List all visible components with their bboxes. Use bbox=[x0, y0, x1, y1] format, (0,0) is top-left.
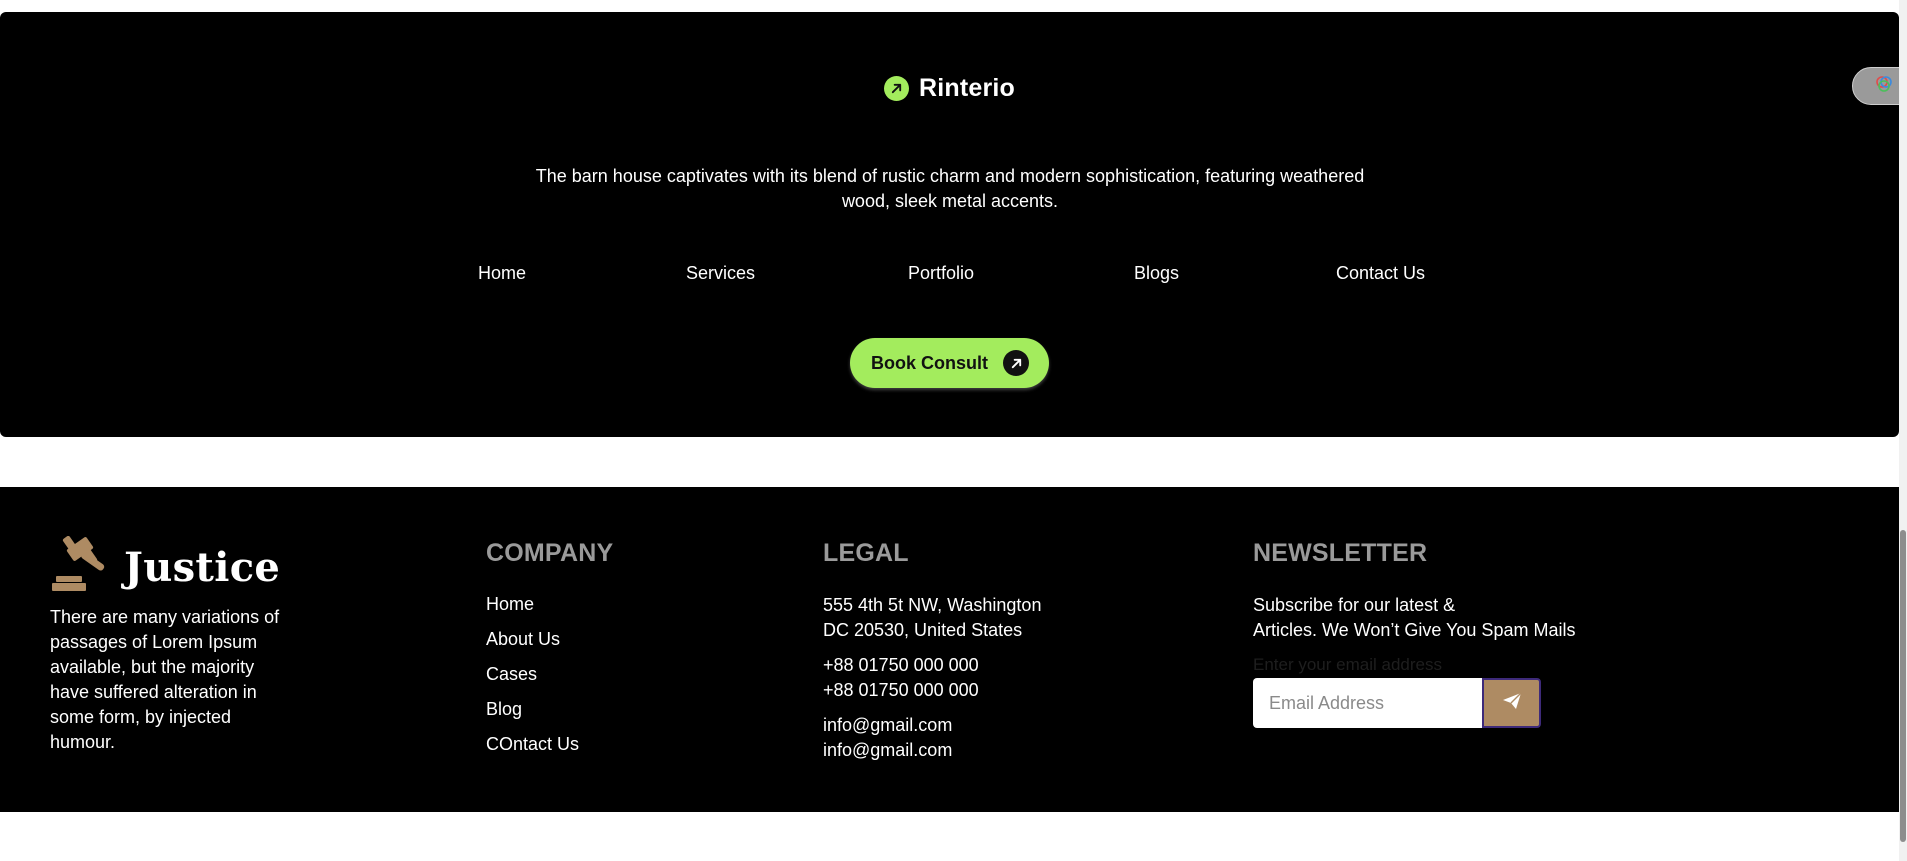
rinterio-logo[interactable]: Rinterio bbox=[0, 74, 1899, 103]
address-line: 555 4th 5t NW, Washington bbox=[823, 595, 1042, 615]
company-link-contact-us[interactable]: COntact Us bbox=[486, 733, 579, 768]
legal-heading: LEGAL bbox=[823, 539, 909, 567]
justice-footer: Justice There are many variations of pas… bbox=[0, 487, 1899, 812]
arrow-up-right-icon bbox=[883, 76, 909, 101]
legal-phones: +88 01750 000 000 +88 01750 000 000 bbox=[823, 653, 979, 703]
newsletter-heading: NEWSLETTER bbox=[1253, 539, 1428, 567]
nav-portfolio[interactable]: Portfolio bbox=[908, 263, 974, 284]
justice-brand-name: Justice bbox=[124, 544, 281, 591]
email-link[interactable]: info@gmail.com bbox=[823, 738, 952, 763]
book-consult-button[interactable]: Book Consult bbox=[850, 338, 1049, 388]
phone-number[interactable]: +88 01750 000 000 bbox=[823, 653, 979, 678]
newsletter-submit-button[interactable] bbox=[1482, 678, 1541, 728]
newsletter-text: Subscribe for our latest & Articles. We … bbox=[1253, 593, 1575, 643]
address-line: DC 20530, United States bbox=[823, 620, 1023, 640]
scrollbar-thumb[interactable] bbox=[1900, 530, 1906, 842]
widget-logo-icon bbox=[1875, 75, 1893, 98]
email-link[interactable]: info@gmail.com bbox=[823, 713, 952, 738]
phone-number[interactable]: +88 01750 000 000 bbox=[823, 678, 979, 703]
email-field[interactable] bbox=[1253, 678, 1483, 728]
book-consult-label: Book Consult bbox=[871, 352, 988, 373]
justice-description: There are many variations of passages of… bbox=[50, 607, 280, 752]
company-links: Home About Us Cases Blog COntact Us bbox=[486, 593, 579, 768]
company-link-home[interactable]: Home bbox=[486, 593, 579, 628]
nav-blogs[interactable]: Blogs bbox=[1134, 263, 1179, 284]
justice-logo[interactable]: Justice bbox=[50, 535, 281, 599]
nav-home[interactable]: Home bbox=[478, 263, 526, 284]
legal-emails: info@gmail.com info@gmail.com bbox=[823, 713, 952, 763]
gavel-icon bbox=[50, 535, 110, 599]
nav-contact-us[interactable]: Contact Us bbox=[1336, 263, 1425, 284]
company-heading: COMPANY bbox=[486, 539, 614, 567]
rinterio-footer-card: Rinterio The barn house captivates with … bbox=[0, 12, 1899, 437]
nav-services[interactable]: Services bbox=[686, 263, 755, 284]
newsletter-text-line: Articles. We Won’t Give You Spam Mails bbox=[1253, 620, 1576, 640]
page-scrollbar[interactable] bbox=[1899, 0, 1907, 861]
rinterio-nav: Home Services Portfolio Blogs Contact Us bbox=[0, 263, 1899, 293]
rinterio-brand-name: Rinterio bbox=[918, 74, 1016, 102]
newsletter-text-line: Subscribe for our latest & bbox=[1253, 595, 1456, 615]
arrow-up-right-icon bbox=[1003, 350, 1029, 376]
legal-address: 555 4th 5t NW, Washington DC 20530, Unit… bbox=[823, 593, 1041, 643]
paper-plane-icon bbox=[1502, 692, 1522, 715]
rinterio-description: The barn house captivates with its blend… bbox=[535, 166, 1365, 211]
floating-widget-button[interactable] bbox=[1852, 67, 1902, 105]
email-field-label: Enter your email address bbox=[1253, 655, 1442, 674]
company-link-cases[interactable]: Cases bbox=[486, 663, 579, 698]
company-link-blog[interactable]: Blog bbox=[486, 698, 579, 733]
company-link-about-us[interactable]: About Us bbox=[486, 628, 579, 663]
